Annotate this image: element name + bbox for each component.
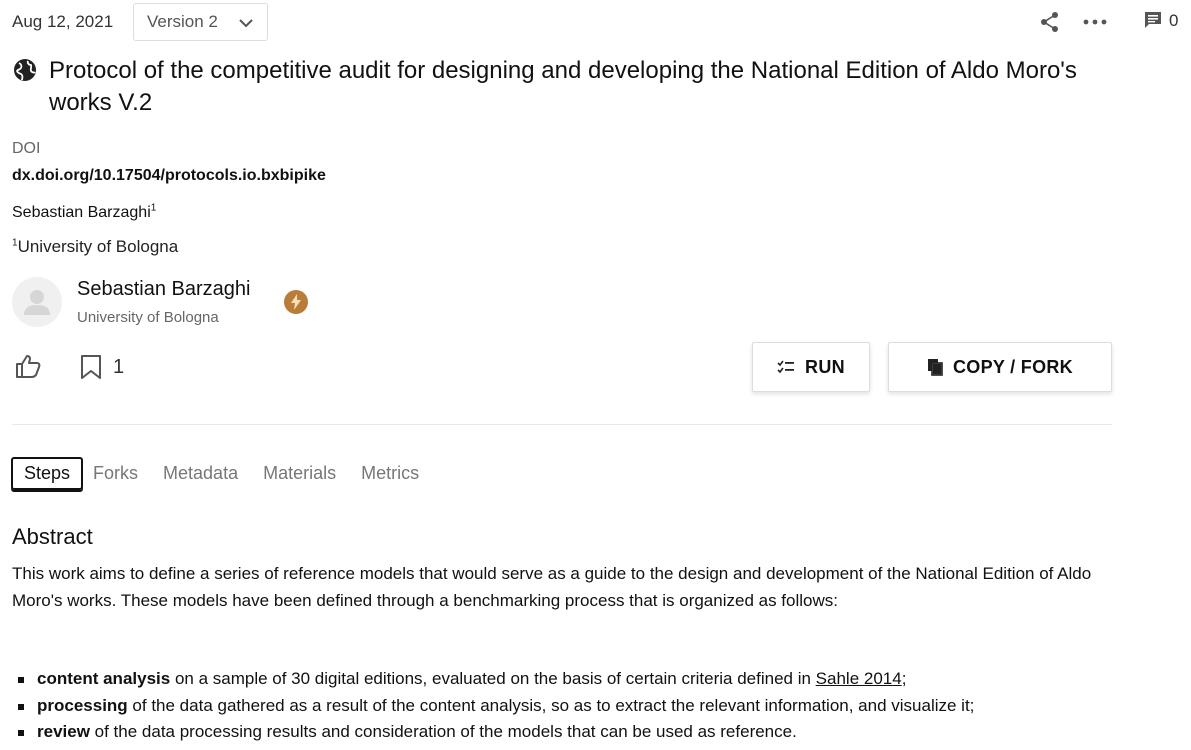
list-item: content analysis on a sample of 30 digit… (18, 666, 1178, 693)
copy-fork-label: COPY / FORK (953, 356, 1073, 377)
divider (12, 424, 1112, 425)
publish-date: Aug 12, 2021 (12, 12, 114, 31)
chevron-down-icon (239, 19, 253, 28)
sahle-2014-link[interactable]: Sahle 2014 (816, 669, 902, 688)
globe-icon (14, 59, 36, 81)
list-item: processing of the data gathered as a res… (18, 693, 1178, 720)
author-line: Sebastian Barzaghi1 (12, 202, 157, 222)
bullet-text: of the data gathered as a result of the … (127, 695, 975, 715)
comment-count: 0 (1169, 11, 1179, 30)
bookmark-icon[interactable] (79, 354, 103, 380)
bullet-text: on a sample of 30 digital editions, eval… (170, 669, 816, 688)
abstract-heading: Abstract (12, 524, 93, 549)
tab-materials[interactable]: Materials (263, 463, 336, 484)
tab-steps[interactable]: Steps (11, 456, 84, 490)
copy-fork-button[interactable]: COPY / FORK (888, 342, 1112, 392)
doi-label: DOI (12, 140, 41, 157)
affiliation-line: 1University of Bologna (12, 237, 178, 257)
thumbs-up-icon[interactable] (14, 353, 42, 379)
top-bar: Aug 12, 2021 Version 2 0 (0, 0, 1191, 44)
tab-metadata[interactable]: Metadata (163, 463, 238, 484)
bullet-bold: review (37, 722, 90, 741)
more-options-icon[interactable] (1083, 13, 1107, 31)
author-name[interactable]: Sebastian Barzaghi (12, 204, 151, 221)
lightning-badge-icon (284, 290, 308, 314)
list-item: review of the data processing results an… (18, 719, 1178, 746)
abstract-bullet-list: content analysis on a sample of 30 digit… (18, 666, 1178, 746)
bullet-text: of the data processing results and consi… (89, 722, 797, 741)
copy-icon (928, 359, 943, 376)
bookmark-count: 1 (113, 356, 125, 378)
bullet-bold: content analysis (37, 669, 171, 688)
comment-icon[interactable] (1143, 10, 1163, 30)
run-button[interactable]: RUN (752, 342, 870, 392)
bullet-bold: processing (37, 695, 128, 715)
avatar[interactable] (12, 277, 62, 327)
tab-bar: Steps Forks Metadata Materials Metrics (11, 456, 444, 490)
author-card-name[interactable]: Sebastian Barzaghi (77, 278, 250, 301)
abstract-text: This work aims to define a series of ref… (12, 564, 1092, 610)
version-label: Version 2 (147, 12, 218, 31)
affiliation-name: University of Bologna (17, 237, 179, 256)
tab-metrics[interactable]: Metrics (361, 463, 419, 484)
bullet-punct: ; (901, 669, 907, 688)
author-superscript: 1 (150, 202, 157, 214)
doi-link[interactable]: dx.doi.org/10.17504/protocols.io.bxbipik… (12, 167, 326, 185)
protocol-title: Protocol of the competitive audit for de… (49, 57, 1077, 116)
run-label: RUN (805, 356, 845, 377)
version-dropdown[interactable]: Version 2 (133, 3, 268, 41)
author-card-affiliation: University of Bologna (77, 309, 219, 326)
checklist-icon (777, 360, 795, 374)
tab-forks[interactable]: Forks (93, 463, 138, 484)
share-icon[interactable] (1040, 11, 1060, 33)
user-placeholder-icon (24, 290, 50, 315)
